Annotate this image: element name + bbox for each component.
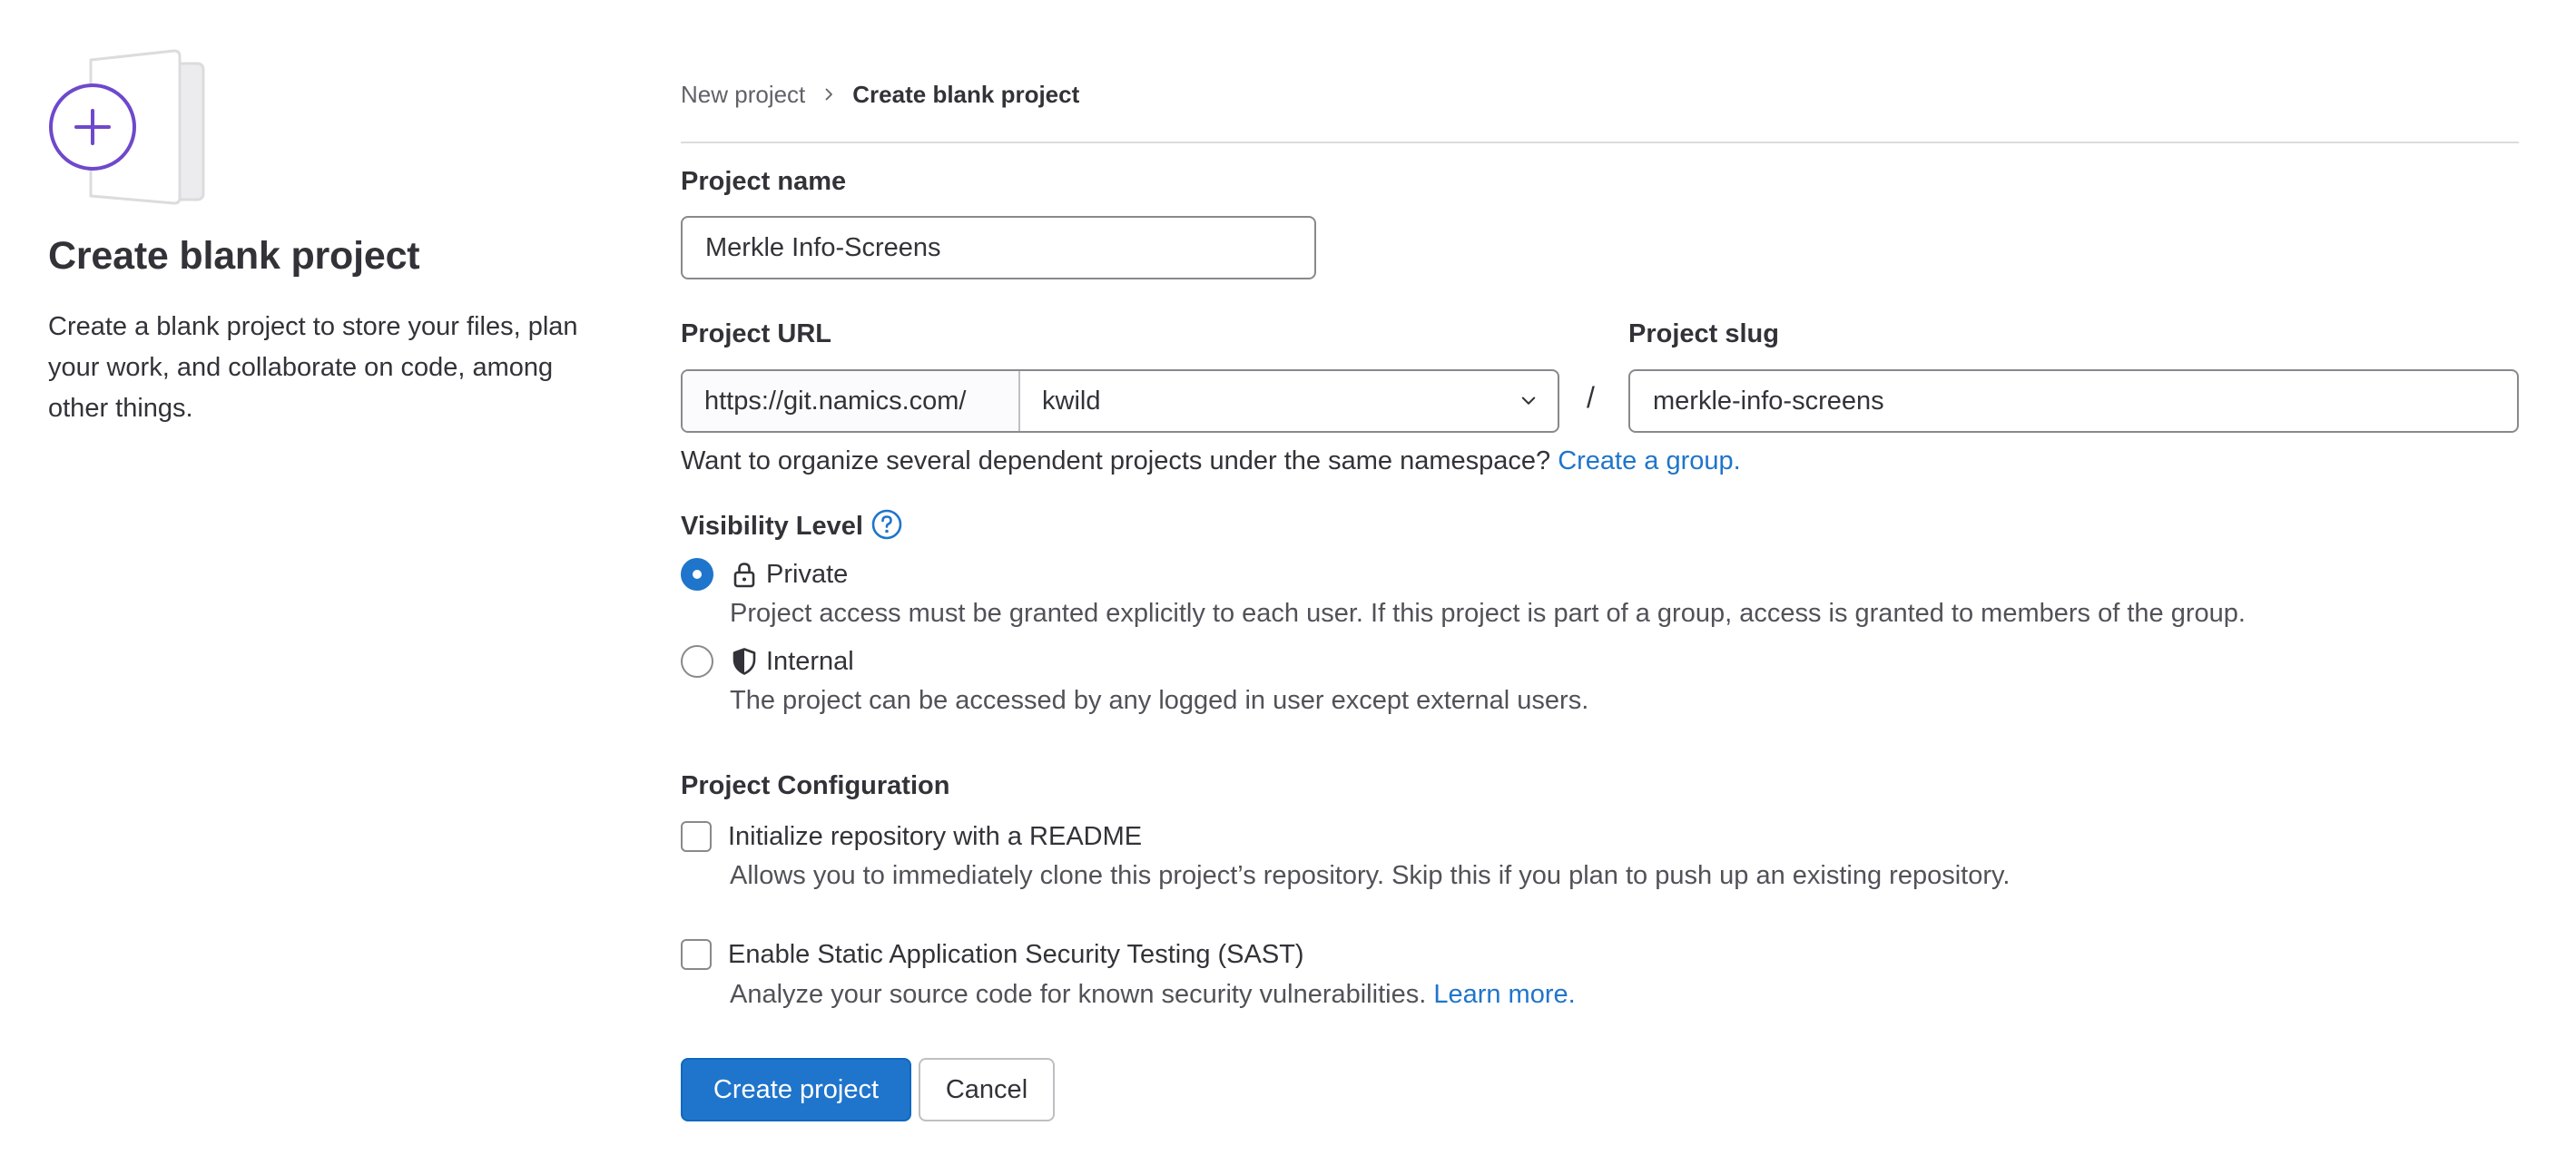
enable-sast-description-row: Analyze your source code for known secur… bbox=[730, 980, 1576, 1010]
enable-sast-description: Analyze your source code for known secur… bbox=[730, 980, 1427, 1009]
enable-sast-option[interactable]: Enable Static Application Security Testi… bbox=[681, 939, 1304, 970]
project-name-input[interactable] bbox=[681, 216, 1316, 279]
breadcrumb-new-project[interactable]: New project bbox=[681, 81, 805, 109]
breadcrumb: New project Create blank project bbox=[681, 78, 1079, 111]
header-divider bbox=[681, 142, 2519, 143]
visibility-level-heading: Visibility Level bbox=[681, 508, 903, 545]
project-slug-label: Project slug bbox=[1628, 319, 1779, 348]
learn-more-link[interactable]: Learn more. bbox=[1433, 980, 1575, 1009]
sidebar-title: Create blank project bbox=[48, 234, 420, 278]
lock-icon bbox=[730, 560, 759, 589]
create-project-button[interactable]: Create project bbox=[681, 1058, 911, 1121]
visibility-private-option[interactable]: Private bbox=[681, 558, 848, 591]
cancel-button[interactable]: Cancel bbox=[919, 1058, 1055, 1121]
namespace-value: kwild bbox=[1042, 386, 1101, 416]
visibility-private-description: Project access must be granted explicitl… bbox=[730, 599, 2246, 628]
visibility-private-label: Private bbox=[766, 559, 849, 589]
visibility-level-label: Visibility Level bbox=[681, 512, 863, 541]
visibility-private-radio[interactable] bbox=[681, 558, 713, 591]
project-url-label: Project URL bbox=[681, 319, 831, 348]
breadcrumb-current: Create blank project bbox=[852, 80, 1080, 108]
sidebar-description: Create a blank project to store your fil… bbox=[48, 312, 578, 423]
create-blank-project-illustration bbox=[47, 47, 211, 209]
namespace-help: Want to organize several dependent proje… bbox=[681, 446, 1741, 476]
initialize-readme-option[interactable]: Initialize repository with a README bbox=[681, 821, 1142, 852]
url-slug-separator: / bbox=[1587, 381, 1595, 414]
visibility-internal-radio[interactable] bbox=[681, 645, 713, 678]
chevron-down-icon bbox=[1519, 387, 1538, 416]
create-project-form: New project Create blank project Project… bbox=[681, 0, 2519, 1165]
question-circle-icon[interactable] bbox=[870, 508, 903, 545]
initialize-readme-checkbox[interactable] bbox=[681, 821, 712, 852]
initialize-readme-label: Initialize repository with a README bbox=[728, 821, 1143, 851]
project-name-label: Project name bbox=[681, 167, 847, 196]
project-configuration-label: Project Configuration bbox=[681, 771, 950, 800]
visibility-internal-label: Internal bbox=[766, 646, 854, 676]
project-url-group: https://git.namics.com/ kwild bbox=[681, 369, 1559, 433]
project-url-prefix: https://git.namics.com/ bbox=[683, 371, 1020, 431]
namespace-help-text: Want to organize several dependent proje… bbox=[681, 446, 1551, 475]
initialize-readme-description: Allows you to immediately clone this pro… bbox=[730, 861, 2011, 890]
plus-circle-document-illustration bbox=[49, 49, 205, 205]
enable-sast-checkbox[interactable] bbox=[681, 939, 712, 970]
project-slug-input[interactable] bbox=[1628, 369, 2519, 433]
visibility-internal-description: The project can be accessed by any logge… bbox=[730, 686, 1589, 715]
chevron-right-icon bbox=[805, 87, 852, 102]
create-group-link[interactable]: Create a group. bbox=[1558, 446, 1741, 475]
visibility-internal-option[interactable]: Internal bbox=[681, 645, 854, 678]
enable-sast-label: Enable Static Application Security Testi… bbox=[728, 939, 1304, 969]
namespace-select[interactable]: kwild bbox=[1020, 371, 1558, 431]
shield-icon bbox=[730, 647, 759, 676]
